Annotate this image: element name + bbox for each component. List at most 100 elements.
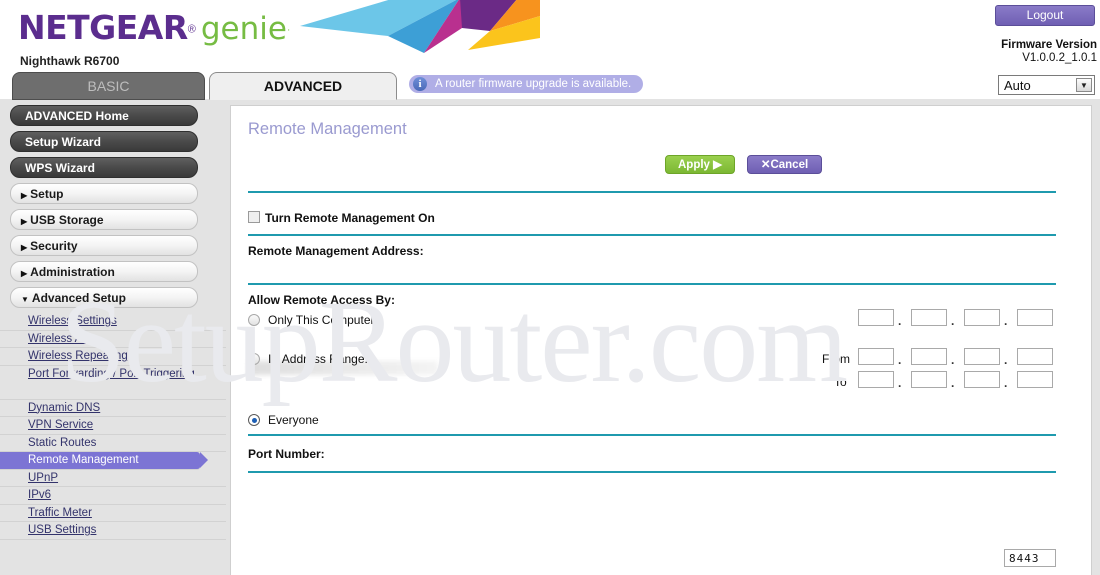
turn-remote-management-on-label: Turn Remote Management On bbox=[265, 211, 435, 225]
sidebar-item-setup-wizard[interactable]: Setup Wizard bbox=[10, 131, 198, 152]
router-model-label: Nighthawk R6700 bbox=[20, 54, 120, 68]
range-to-octet-1[interactable] bbox=[858, 371, 894, 388]
firmware-upgrade-notice[interactable]: i A router firmware upgrade is available… bbox=[409, 75, 644, 93]
range-to-octet-4[interactable] bbox=[1017, 371, 1053, 388]
logout-button[interactable]: Logout bbox=[995, 5, 1095, 26]
radio-only-this-computer[interactable] bbox=[248, 314, 260, 326]
radio-everyone[interactable] bbox=[248, 414, 260, 426]
divider-top bbox=[248, 191, 1056, 193]
turn-remote-management-on-checkbox[interactable] bbox=[248, 211, 260, 223]
sidebar-item-wps-wizard[interactable]: WPS Wizard bbox=[10, 157, 198, 178]
octet-separator: . bbox=[951, 353, 955, 367]
sidebar-subitem-wireless-repeating[interactable]: Wireless Repeating bbox=[0, 348, 226, 366]
sidebar-item-security[interactable]: ▶ Security bbox=[10, 235, 198, 256]
radio-ip-address-range-label: IP Address Range: bbox=[268, 352, 368, 366]
registered-mark-icon: ® bbox=[187, 23, 196, 36]
firmware-version-label: Firmware Version bbox=[1001, 39, 1097, 51]
sidebar-item-label: Setup Wizard bbox=[25, 135, 101, 149]
octet-separator: . bbox=[951, 314, 955, 328]
octet-separator: . bbox=[898, 314, 902, 328]
page-body: SetupRouter.com ADVANCED Home Setup Wizar… bbox=[0, 99, 1100, 575]
sidebar-item-label: Setup bbox=[30, 187, 64, 201]
sidebar-item-administration[interactable]: ▶ Administration bbox=[10, 261, 198, 282]
genie-registered-mark-icon: · bbox=[286, 24, 291, 36]
port-number-label: Port Number: bbox=[248, 447, 325, 461]
divider-bottom bbox=[248, 471, 1056, 473]
octet-separator: . bbox=[898, 376, 902, 390]
apply-button[interactable]: Apply ▶ bbox=[665, 155, 735, 174]
sidebar-subitem-ipv6[interactable]: IPv6 bbox=[0, 487, 226, 505]
divider-before-port bbox=[248, 434, 1056, 436]
sidebar-item-label: WPS Wizard bbox=[25, 161, 95, 175]
sidebar-subitem-usb-settings[interactable]: USB Settings bbox=[0, 522, 226, 540]
radio-everyone-label: Everyone bbox=[268, 413, 319, 427]
sidebar-navigation: ADVANCED Home Setup Wizard WPS Wizard ▶ Setu… bbox=[0, 99, 226, 575]
info-icon: i bbox=[413, 77, 427, 91]
divider-after-address bbox=[248, 283, 1056, 285]
firmware-version-value: V1.0.0.2_1.0.1 bbox=[1022, 52, 1097, 64]
cancel-button[interactable]: ✕Cancel bbox=[747, 155, 822, 174]
range-from-label: From bbox=[822, 352, 850, 366]
range-from-octet-1[interactable] bbox=[858, 348, 894, 365]
allow-remote-access-label: Allow Remote Access By: bbox=[248, 293, 395, 307]
remote-management-address-label: Remote Management Address: bbox=[248, 244, 424, 258]
sidebar-subitem-static-routes[interactable]: Static Routes bbox=[0, 435, 226, 452]
sidebar-subitem-dynamic-dns[interactable]: Dynamic DNS bbox=[0, 400, 226, 417]
octet-separator: . bbox=[1004, 314, 1008, 328]
range-from-octet-3[interactable] bbox=[964, 348, 1000, 365]
page-header: NETGEAR® genie· Nighthawk R6700 Logout Fi… bbox=[0, 0, 1100, 95]
octet-separator: . bbox=[898, 353, 902, 367]
divider-after-checkbox bbox=[248, 234, 1056, 236]
sidebar-item-advanced-setup[interactable]: ▼ Advanced Setup bbox=[10, 287, 198, 308]
tab-advanced[interactable]: ADVANCED bbox=[209, 72, 397, 100]
only-computer-octet-4[interactable] bbox=[1017, 309, 1053, 326]
octet-separator: . bbox=[1004, 353, 1008, 367]
range-to-label: To bbox=[834, 375, 847, 389]
tab-basic[interactable]: BASIC bbox=[12, 72, 205, 100]
netgear-wordmark: NETGEAR bbox=[18, 8, 188, 47]
radio-ip-address-range[interactable] bbox=[248, 353, 260, 365]
sidebar-item-label: USB Storage bbox=[30, 213, 104, 227]
sidebar-item-label: Advanced Setup bbox=[31, 291, 126, 305]
only-computer-octet-2[interactable] bbox=[911, 309, 947, 326]
octet-separator: . bbox=[951, 376, 955, 390]
chevron-right-icon: ▶ bbox=[21, 243, 28, 252]
sidebar-subitem-wireless-ap[interactable]: Wireless AP bbox=[0, 331, 226, 348]
chevron-right-icon: ▶ bbox=[21, 217, 28, 226]
range-to-octet-2[interactable] bbox=[911, 371, 947, 388]
netgear-genie-logo: NETGEAR® genie· bbox=[18, 8, 290, 47]
sidebar-subitem-port-forwarding-port-triggering[interactable]: Port Forwarding / Port Triggering bbox=[0, 366, 226, 400]
sidebar-subitem-wireless-settings[interactable]: Wireless Settings bbox=[0, 313, 226, 331]
sidebar-subitem-upnp[interactable]: UPnP bbox=[0, 470, 226, 487]
sidebar-subitem-remote-management[interactable]: Remote Management bbox=[0, 452, 208, 470]
firmware-upgrade-notice-text: A router firmware upgrade is available. bbox=[435, 78, 632, 90]
sidebar-button-group: ADVANCED Home Setup Wizard WPS Wizard ▶ Setu… bbox=[0, 99, 226, 308]
sidebar-subitem-traffic-meter[interactable]: Traffic Meter bbox=[0, 505, 226, 522]
page-title: Remote Management bbox=[248, 120, 407, 138]
remote-management-address-dot: . bbox=[251, 368, 255, 382]
sidebar-item-label: ADVANCED Home bbox=[25, 109, 129, 123]
range-from-octet-4[interactable] bbox=[1017, 348, 1053, 365]
chevron-down-icon: ▼ bbox=[21, 295, 29, 304]
range-to-octet-3[interactable] bbox=[964, 371, 1000, 388]
sidebar-item-setup[interactable]: ▶ Setup bbox=[10, 183, 198, 204]
sidebar-subitem-vpn-service[interactable]: VPN Service bbox=[0, 417, 226, 435]
sidebar-submenu: Wireless Settings Wireless AP Wireless Rep… bbox=[0, 313, 226, 540]
content-panel: Remote Management Apply ▶ ✕Cancel Turn R… bbox=[230, 105, 1092, 575]
router-admin-page: NETGEAR® genie· Nighthawk R6700 Logout Fi… bbox=[0, 0, 1100, 575]
chevron-right-icon: ▶ bbox=[21, 191, 28, 200]
range-from-octet-2[interactable] bbox=[911, 348, 947, 365]
sidebar-item-label: Administration bbox=[30, 265, 115, 279]
main-tab-bar: BASIC ADVANCED i A router firmware upgra… bbox=[0, 72, 1100, 100]
sidebar-item-usb-storage[interactable]: ▶ USB Storage bbox=[10, 209, 198, 230]
sidebar-item-advanced-home[interactable]: ADVANCED Home bbox=[10, 105, 198, 126]
chevron-right-icon: ▶ bbox=[21, 269, 28, 278]
octet-separator: . bbox=[1004, 376, 1008, 390]
port-number-input[interactable]: 8443 bbox=[1004, 549, 1056, 567]
only-computer-octet-3[interactable] bbox=[964, 309, 1000, 326]
sidebar-item-label: Security bbox=[30, 239, 78, 253]
genie-wordmark: genie bbox=[200, 11, 287, 47]
decorative-ribbon-graphic bbox=[300, 0, 540, 53]
radio-only-this-computer-label: Only This Computer: bbox=[268, 313, 378, 327]
only-computer-octet-1[interactable] bbox=[858, 309, 894, 326]
